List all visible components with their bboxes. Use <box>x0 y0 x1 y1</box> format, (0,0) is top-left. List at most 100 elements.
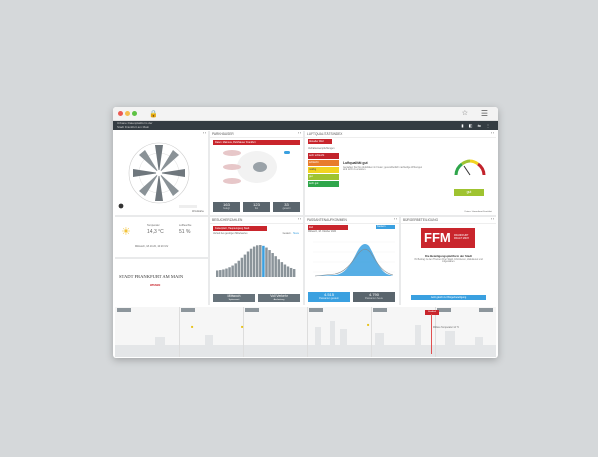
visitors-bar <box>252 246 256 277</box>
visitors-bar <box>265 247 268 277</box>
app-title: Urbane Datenplattform der Stadt Frankfur… <box>117 121 153 129</box>
visitors-bar <box>225 268 228 277</box>
timeline-label <box>309 308 323 312</box>
city-name: STADT FRANKFURT AM MAIN <box>119 274 184 279</box>
citizen-participation-button[interactable]: Jetzt gleich zur Bürgerbeteiligung <box>411 295 486 300</box>
browser-chrome: 🔒 ☆ ☰ <box>113 107 498 121</box>
parking-pager[interactable]: ‹ › <box>298 131 301 135</box>
timeline-marker-label: Stadtteil <box>425 310 439 315</box>
aq-level-very-good: sehr gut <box>308 181 339 187</box>
visitors-bar <box>237 260 241 277</box>
parking-title: PARKHÄUSER <box>212 132 234 136</box>
air-quality-tile: LUFTQUALITÄTSINDEX ‹ › Aktueller Wert Ver… <box>305 131 496 215</box>
wind-tile: ‹ › Windstärke <box>115 131 208 215</box>
timeline-note: Mittlere Temperatur 14 °C <box>433 327 460 329</box>
ffm-logo: FFM FRANKFURT FRAGT MICH <box>421 228 475 248</box>
timeline-divider <box>243 307 244 357</box>
lock-icon: 🔒 <box>149 111 158 118</box>
visitors-bar <box>259 245 262 277</box>
pedestrians-header: PASSANTENAUFKOMMEN ‹ › <box>305 217 399 224</box>
maximize-window-button[interactable] <box>132 111 137 116</box>
wind-pager[interactable]: ‹ › <box>203 131 206 135</box>
header-toolbar-icons[interactable]: ▮ ◧ ⇆ ⋮ <box>461 123 492 128</box>
visitors-title: BESUCHERZAHLEN <box>212 218 243 222</box>
visitors-bar <box>268 250 271 277</box>
visitors-bar <box>286 266 290 277</box>
parking-header: PARKHÄUSER ‹ › <box>210 131 303 138</box>
bookmark-star-icon[interactable]: ☆ <box>462 109 468 117</box>
minimize-window-button[interactable] <box>125 111 130 116</box>
pedestrians-title: PASSANTENAUFKOMMEN <box>307 218 347 222</box>
visitors-location-banner: Kaiserplatz, Haupteingang Stadt <box>213 226 267 231</box>
air-pager[interactable]: ‹ › <box>491 131 494 135</box>
timeline-label <box>373 308 387 312</box>
timeline-label <box>117 308 131 312</box>
visitors-bar <box>234 263 237 277</box>
dashboard-grid: ‹ › Windstärke PARKHÄUSER ‹ › Daten: Mai… <box>115 131 496 305</box>
aq-level-good: gut <box>308 174 339 180</box>
timeline-label <box>245 308 259 312</box>
wind-rose-chart <box>118 142 197 209</box>
timeline-label <box>437 308 451 312</box>
visitors-bar <box>222 269 225 277</box>
humidity-value: 51 % <box>179 229 191 235</box>
visitors-bar <box>240 257 244 277</box>
citizen-pager[interactable]: ‹ › <box>491 217 494 221</box>
visitors-peak-button[interactable]: Mittwoch Spitzenzeit <box>213 294 255 302</box>
visitors-bar <box>292 269 296 277</box>
timeline-sensor-icon[interactable]: ■ <box>367 322 369 327</box>
air-gauge <box>454 159 486 176</box>
air-header: LUFTQUALITÄTSINDEX ‹ › <box>305 131 496 138</box>
visitors-bar <box>231 265 234 277</box>
timeline-divider <box>179 307 180 357</box>
visitors-bar <box>277 259 281 277</box>
pedestrians-area-chart <box>313 241 395 277</box>
pedestrians-period-select[interactable]: Gestern <box>376 225 395 229</box>
citizen-heading: Die Beteiligungsplattform der Stadt <box>425 254 472 258</box>
timeline-label <box>181 308 195 312</box>
visitors-bar-chart <box>216 245 296 277</box>
parking-stat-total: 33 gesamt <box>273 202 300 212</box>
city-timeline: ■ ■ ■ Stadtteil Mittlere Temperatur 14 °… <box>115 307 496 357</box>
visitors-load-button[interactable]: Voll Verkehr Auslastung <box>258 294 300 302</box>
visitors-bar <box>262 245 265 277</box>
pedestrians-subtitle: Mittwoch, 18. Oktober 2020 <box>308 231 337 233</box>
wind-legend: Windstärke <box>192 210 204 213</box>
menu-icon[interactable]: ☰ <box>481 109 488 118</box>
timeline-divider <box>371 307 372 357</box>
visitors-bar <box>274 256 277 277</box>
visitors-pager[interactable]: ‹ › <box>298 217 301 221</box>
visitors-bar <box>289 267 293 277</box>
temperature-value: 14,3 °C <box>147 229 164 235</box>
pedestrians-pager[interactable]: ‹ › <box>394 217 397 221</box>
aq-level-bad: schlecht <box>308 160 339 166</box>
visitors-bar <box>246 251 250 277</box>
timeline-sensor-icon[interactable]: ■ <box>191 324 193 329</box>
air-description: Genießen Sie Ihre Aktivitäten im Freien;… <box>343 167 423 171</box>
citizen-description: Ihr Beitrag zu den Themen Ihrer Stadt. I… <box>414 259 483 263</box>
pedestrians-location-tag[interactable]: Zeil <box>308 225 348 230</box>
visitors-bar <box>283 264 287 277</box>
visitors-bar <box>216 270 219 277</box>
city-sub: WISSEN <box>150 284 161 287</box>
air-tag: Aktueller Wert <box>308 139 332 144</box>
air-subtitle: Verhaltensempfehlungen <box>308 147 335 150</box>
timeline-scan-line[interactable] <box>431 314 432 354</box>
timeline-label <box>479 308 493 312</box>
visitors-tile: BESUCHERZAHLEN ‹ › Kaiserplatz, Haupteing… <box>210 217 303 305</box>
pedestrians-tile: PASSANTENAUFKOMMEN ‹ › Zeil Gestern Mittw… <box>305 217 399 305</box>
citizen-header: BÜRGERBETEILIGUNG ‹ › <box>401 217 496 224</box>
pedestrians-stat-yesterday: 4.515 Passanten gestern <box>308 292 350 302</box>
citizen-participation-tile: BÜRGERBETEILIGUNG ‹ › FFM FRANKFURT FRAGT… <box>401 217 496 305</box>
parking-graphic <box>223 150 290 184</box>
parking-tile: PARKHÄUSER ‹ › Daten: Mainova, Parkhäuser… <box>210 131 303 215</box>
visitors-bar <box>249 248 253 277</box>
play-icon <box>118 203 124 209</box>
parking-stat-free: 123 frei <box>243 202 270 212</box>
timeline-sensor-icon[interactable]: ■ <box>241 324 243 329</box>
wind-header: ‹ › <box>115 131 208 137</box>
visitors-bar <box>219 270 222 277</box>
air-source: Daten: Umweltamt Frankfurt <box>464 211 492 213</box>
close-window-button[interactable] <box>118 111 123 116</box>
app-header: Urbane Datenplattform der Stadt Frankfur… <box>113 121 498 130</box>
